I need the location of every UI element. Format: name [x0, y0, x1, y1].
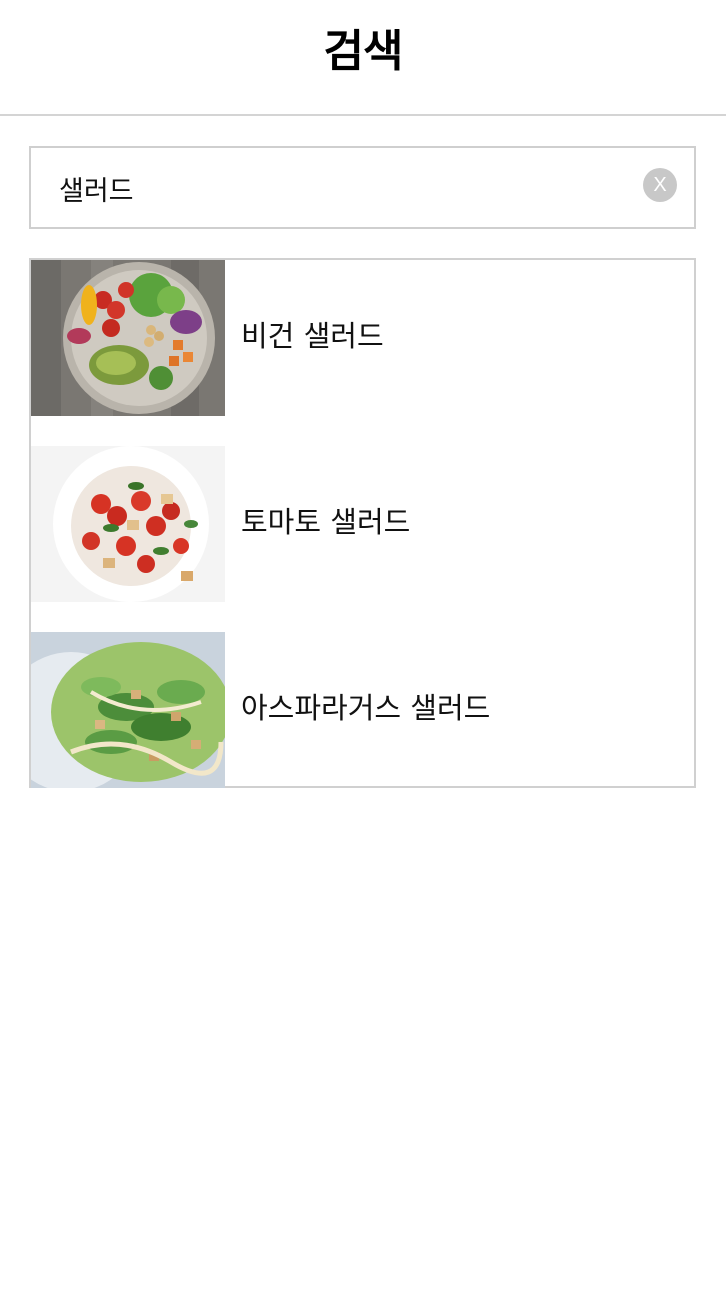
result-item-tomato-salad[interactable]: 토마토 샐러드 — [31, 446, 694, 602]
result-label: 아스파라거스 샐러드 — [241, 691, 491, 725]
result-label: 비건 샐러드 — [241, 319, 384, 353]
app-header: 검색 — [0, 0, 726, 116]
result-item-vegan-salad[interactable]: 비건 샐러드 — [31, 260, 694, 416]
vegan-salad-photo — [31, 260, 225, 416]
result-item-asparagus-salad[interactable]: 아스파라거스 샐러드 — [31, 632, 694, 788]
result-label: 토마토 샐러드 — [241, 505, 411, 539]
tomato-salad-photo — [31, 446, 225, 602]
search-bar[interactable]: X — [29, 146, 696, 229]
close-icon: X — [653, 174, 667, 196]
clear-search-button[interactable]: X — [643, 168, 677, 202]
search-input[interactable] — [59, 166, 619, 210]
page-title: 검색 — [323, 26, 404, 77]
search-results-list: 비건 샐러드 토마토 샐러드 아스파라거스 샐러드 — [29, 258, 696, 788]
asparagus-salad-photo — [31, 632, 225, 788]
